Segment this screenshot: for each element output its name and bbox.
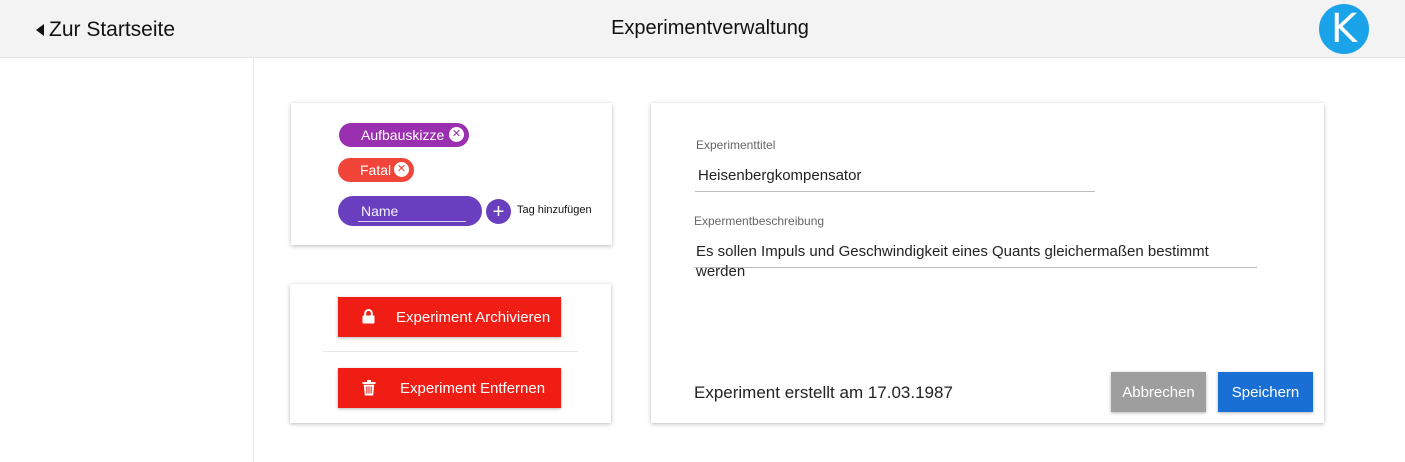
plus-circle-icon[interactable]: + [486, 199, 511, 224]
created-date-text: Experiment erstellt am 17.03.1987 [694, 383, 953, 402]
cancel-button[interactable]: Abbrechen [1111, 372, 1206, 412]
divider [323, 351, 578, 352]
tag-chip-label: Fatal [360, 162, 392, 178]
lock-icon [362, 309, 375, 324]
experiment-form-card: Experimenttitel Heisenbergkompensator Ex… [651, 103, 1324, 423]
tag-chip-label: Aufbauskizze [361, 127, 445, 143]
actions-card: Experiment Archivieren Experiment Entfer… [290, 284, 611, 423]
description-field-label: Expermentbeschreibung [694, 214, 825, 228]
tag-card: Aufbauskizze ✕ Fatal ✕ + Tag hinzufügen [291, 103, 612, 245]
description-field[interactable]: Es sollen Impuls und Geschwindigkeit ein… [694, 242, 1257, 280]
page-title: Experimentverwaltung [611, 17, 809, 39]
tag-chip: Aufbauskizze ✕ [339, 123, 469, 147]
app-header: Zur Startseite Experimentverwaltung K [0, 0, 1405, 58]
add-tag-label[interactable]: Tag hinzufügen [517, 204, 592, 216]
new-tag-name-input[interactable] [358, 200, 466, 222]
title-field[interactable]: Heisenbergkompensator [695, 166, 1095, 192]
new-tag-chip [338, 196, 482, 226]
archive-button-label: Experiment Archivieren [396, 309, 551, 326]
archive-experiment-button[interactable]: Experiment Archivieren [338, 297, 561, 337]
x-circle-icon[interactable]: ✕ [449, 127, 464, 142]
sidebar [0, 58, 254, 462]
trash-icon [362, 380, 376, 396]
remove-experiment-button[interactable]: Experiment Entfernen [338, 368, 561, 408]
tag-chip: Fatal ✕ [338, 158, 414, 182]
save-button[interactable]: Speichern [1218, 372, 1313, 412]
x-circle-icon[interactable]: ✕ [394, 162, 409, 177]
app-logo[interactable]: K [1319, 4, 1369, 54]
title-field-label: Experimenttitel [696, 138, 776, 152]
remove-button-label: Experiment Entfernen [400, 380, 546, 397]
